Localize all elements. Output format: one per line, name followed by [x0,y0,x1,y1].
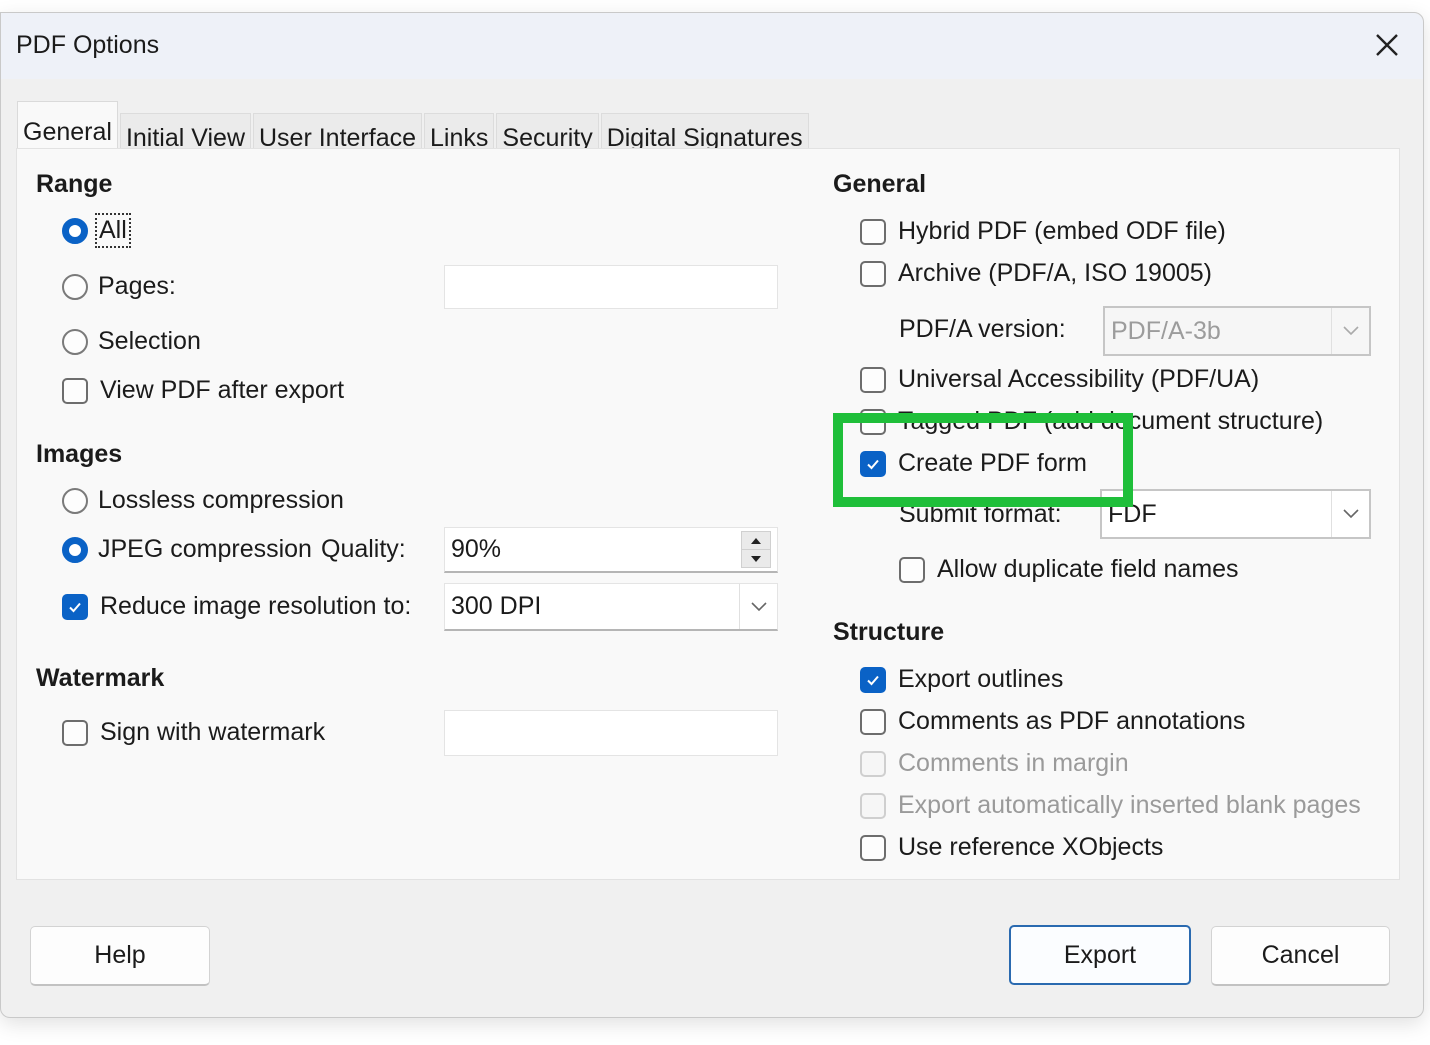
resolution-dropdown-button[interactable] [739,584,777,629]
triangle-up-icon [751,537,761,544]
create-pdf-form-checkbox[interactable]: Create PDF form [860,449,1093,478]
range-selection-radio[interactable]: Selection [62,327,201,356]
close-icon [1376,34,1398,56]
use-reference-xobjects-checkbox[interactable]: Use reference XObjects [860,833,1163,862]
help-button[interactable]: Help [30,926,210,986]
export-outlines-checkbox[interactable]: Export outlines [860,665,1063,694]
lossless-compression-label: Lossless compression [98,486,344,514]
pdfa-version-label: PDF/A version: [899,315,1066,344]
checkbox[interactable] [860,366,886,393]
spin-down-button[interactable] [742,550,770,567]
sign-with-watermark-checkbox[interactable]: Sign with watermark [62,718,325,747]
export-blank-pages-label: Export automatically inserted blank page… [898,791,1361,819]
checkbox[interactable] [860,708,886,735]
submit-format-dropdown-button[interactable] [1331,491,1369,537]
checkbox[interactable] [62,719,88,746]
checkbox[interactable] [860,260,886,287]
triangle-down-icon [751,555,761,562]
allow-duplicate-field-names-label: Allow duplicate field names [937,555,1239,583]
range-section-title: Range [36,170,113,198]
radio-button[interactable] [62,217,88,244]
resolution-dropdown[interactable]: 300 DPI [444,583,778,631]
checkbox [860,792,886,819]
radio-button[interactable] [62,328,88,355]
images-section-title: Images [36,440,123,468]
pages-input[interactable] [444,265,778,309]
reduce-resolution-checkbox[interactable]: Reduce image resolution to: [62,592,411,621]
submit-format-dropdown[interactable]: FDF [1100,489,1371,539]
chevron-down-icon [750,601,767,611]
comments-in-margin-label: Comments in margin [898,749,1129,777]
structure-section-title: Structure [833,618,945,646]
range-all-radio[interactable]: All [62,213,131,248]
submit-format-label-text: Submit format: [899,500,1062,528]
export-blank-pages-checkbox: Export automatically inserted blank page… [860,791,1361,820]
checkmark-icon [69,602,81,612]
quality-value: 90% [451,535,502,563]
checkbox[interactable] [899,556,925,583]
view-pdf-after-export-label: View PDF after export [100,376,345,404]
radio-button[interactable] [62,487,88,514]
close-button[interactable] [1365,25,1409,65]
radio-button[interactable] [62,273,88,300]
watermark-section-title: Watermark [36,664,165,692]
comments-as-annotations-label: Comments as PDF annotations [898,707,1246,735]
quality-spinbox[interactable]: 90% [444,527,778,573]
pdfa-version-dropdown-button[interactable] [1331,308,1369,354]
checkbox[interactable] [860,666,886,693]
checkmark-icon [867,675,879,685]
comments-as-annotations-checkbox[interactable]: Comments as PDF annotations [860,707,1245,736]
chevron-down-icon [1342,509,1359,519]
universal-accessibility-label: Universal Accessibility (PDF/UA) [898,365,1260,393]
range-pages-radio[interactable]: Pages: [62,272,176,301]
jpeg-compression-label: JPEG compression [98,535,312,563]
comments-in-margin-checkbox: Comments in margin [860,749,1129,778]
checkbox[interactable] [62,377,88,404]
quality-label: Quality: [321,535,406,564]
hybrid-pdf-checkbox[interactable]: Hybrid PDF (embed ODF file) [860,217,1226,246]
dialog-title: PDF Options [16,31,160,59]
general-section-title: General [833,170,927,198]
radio-button[interactable] [62,536,88,563]
universal-accessibility-checkbox[interactable]: Universal Accessibility (PDF/UA) [860,365,1259,394]
checkbox [860,750,886,777]
tagged-pdf-checkbox[interactable]: Tagged PDF (add document structure) [860,407,1323,436]
checkbox[interactable] [860,408,886,435]
use-reference-xobjects-label: Use reference XObjects [898,833,1164,861]
pdfa-version-value: PDF/A-3b [1111,316,1221,345]
resolution-value: 300 DPI [451,592,542,620]
allow-duplicate-field-names-checkbox[interactable]: Allow duplicate field names [899,555,1239,584]
checkbox[interactable] [860,450,886,477]
checkbox[interactable] [62,593,88,620]
jpeg-compression-radio[interactable]: JPEG compression [62,535,312,564]
hybrid-pdf-label: Hybrid PDF (embed ODF file) [898,217,1226,245]
checkmark-icon [867,459,879,469]
quality-spinner [741,531,771,568]
spin-up-button[interactable] [742,532,770,550]
quality-label-text: Quality: [321,535,406,563]
view-pdf-after-export-checkbox[interactable]: View PDF after export [62,376,344,405]
export-outlines-label: Export outlines [898,665,1064,693]
lossless-compression-radio[interactable]: Lossless compression [62,486,344,515]
archive-pdfa-label: Archive (PDF/A, ISO 19005) [898,259,1213,287]
checkbox[interactable] [860,834,886,861]
cancel-button[interactable]: Cancel [1211,926,1390,986]
reduce-resolution-label: Reduce image resolution to: [100,592,412,620]
tagged-pdf-label: Tagged PDF (add document structure) [898,407,1324,435]
sign-with-watermark-label: Sign with watermark [100,718,326,746]
range-selection-label: Selection [98,327,201,355]
export-button[interactable]: Export [1009,925,1191,985]
chevron-down-icon [1342,326,1359,336]
create-pdf-form-label: Create PDF form [898,449,1087,477]
submit-format-value: FDF [1108,499,1157,528]
title-bar: PDF Options [1,13,1423,79]
submit-format-label: Submit format: [899,500,1062,529]
watermark-text-input[interactable] [444,710,778,756]
pdfa-version-label-text: PDF/A version: [899,315,1066,343]
range-pages-label: Pages: [98,272,176,300]
range-all-label: All [95,213,131,248]
pdfa-version-dropdown[interactable]: PDF/A-3b [1103,306,1371,356]
archive-pdfa-checkbox[interactable]: Archive (PDF/A, ISO 19005) [860,259,1212,288]
checkbox[interactable] [860,218,886,245]
